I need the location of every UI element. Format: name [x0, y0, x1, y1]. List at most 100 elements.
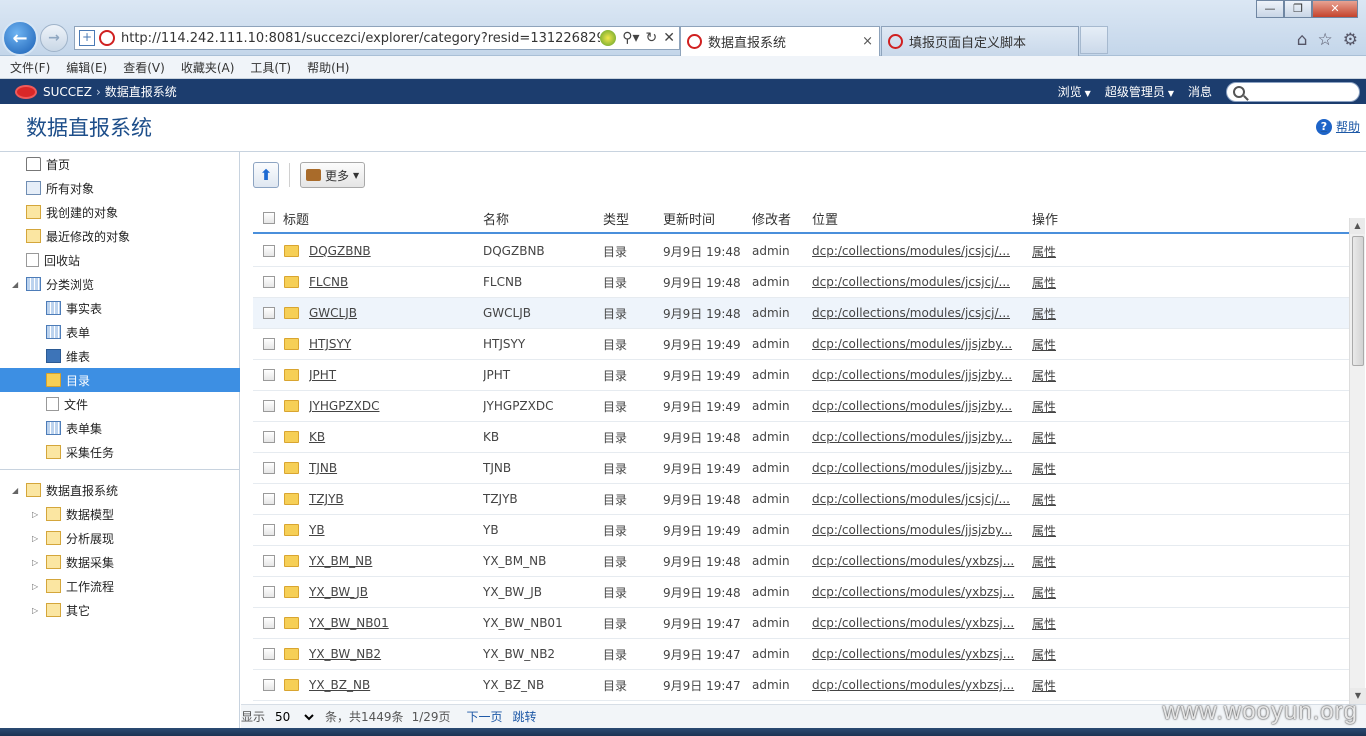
- row-title-link[interactable]: TZJYB: [309, 492, 479, 506]
- table-row[interactable]: TJNB TJNB 目录 9月9日 19:49 admin dcp:/collection…: [253, 453, 1349, 484]
- sidebar-item-file[interactable]: 文件: [0, 392, 240, 416]
- row-title-link[interactable]: FLCNB: [309, 275, 479, 289]
- tree-collapsed-icon[interactable]: ▷: [32, 510, 38, 519]
- row-location-link[interactable]: dcp:/collections/modules/jjsjzby...: [812, 368, 1022, 382]
- search-dropdown-icon[interactable]: ⚲▾: [622, 30, 639, 46]
- row-checkbox[interactable]: [263, 245, 275, 257]
- close-window-button[interactable]: ✕: [1312, 0, 1358, 18]
- table-row[interactable]: FLCNB FLCNB 目录 9月9日 19:48 admin dcp:/collecti…: [253, 267, 1349, 298]
- row-properties-link[interactable]: 属性: [1032, 274, 1092, 291]
- sidebar-item-home[interactable]: 首页: [0, 152, 240, 176]
- nav-admin[interactable]: 超级管理员 ▼: [1105, 83, 1174, 100]
- menu-tools[interactable]: 工具(T): [250, 59, 291, 76]
- sidebar-item-task[interactable]: 采集任务: [0, 440, 240, 464]
- vertical-scrollbar[interactable]: ▲ ▼: [1349, 218, 1366, 704]
- menu-view[interactable]: 查看(V): [123, 59, 165, 76]
- row-checkbox[interactable]: [263, 400, 275, 412]
- row-properties-link[interactable]: 属性: [1032, 305, 1092, 322]
- sidebar-item-recycle[interactable]: 回收站: [0, 248, 240, 272]
- row-checkbox[interactable]: [263, 462, 275, 474]
- tree-collapsed-icon[interactable]: ▷: [32, 534, 38, 543]
- sidebar-item-collect[interactable]: ▷ 数据采集: [0, 550, 240, 574]
- sidebar-item-form[interactable]: 表单: [0, 320, 240, 344]
- row-properties-link[interactable]: 属性: [1032, 243, 1092, 260]
- sidebar-item-category[interactable]: ◢ 分类浏览: [0, 272, 240, 296]
- sidebar-item-analysis[interactable]: ▷ 分析展现: [0, 526, 240, 550]
- row-title-link[interactable]: YB: [309, 523, 479, 537]
- row-title-link[interactable]: YX_BW_NB01: [309, 616, 479, 630]
- row-properties-link[interactable]: 属性: [1032, 336, 1092, 353]
- row-checkbox[interactable]: [263, 648, 275, 660]
- row-location-link[interactable]: dcp:/collections/modules/yxbzsj...: [812, 678, 1022, 692]
- row-location-link[interactable]: dcp:/collections/modules/jjsjzby...: [812, 337, 1022, 351]
- page-size-select[interactable]: 50: [271, 707, 318, 726]
- compat-view-icon[interactable]: +: [79, 30, 95, 46]
- row-checkbox[interactable]: [263, 617, 275, 629]
- row-checkbox[interactable]: [263, 307, 275, 319]
- refresh-icon[interactable]: ↻: [646, 30, 658, 46]
- brand-name[interactable]: SUCCEZ: [43, 85, 92, 99]
- tab-active[interactable]: 数据直报系统 ×: [680, 26, 880, 56]
- table-row[interactable]: YX_BW_JB YX_BW_JB 目录 9月9日 19:48 admin dcp:/co…: [253, 577, 1349, 608]
- tab-close-icon[interactable]: ×: [862, 34, 873, 49]
- row-title-link[interactable]: TJNB: [309, 461, 479, 475]
- next-page-link[interactable]: 下一页: [467, 708, 503, 725]
- header-name[interactable]: 名称: [483, 209, 601, 228]
- forward-button[interactable]: →: [40, 24, 68, 52]
- sidebar-item-model[interactable]: ▷ 数据模型: [0, 502, 240, 526]
- new-tab-button[interactable]: [1080, 26, 1108, 54]
- app-search[interactable]: [1226, 81, 1360, 102]
- search-input[interactable]: [1251, 85, 1351, 98]
- table-row[interactable]: YX_BZ_NB YX_BZ_NB 目录 9月9日 19:47 admin dcp:/co…: [253, 670, 1349, 701]
- row-title-link[interactable]: HTJSYY: [309, 337, 479, 351]
- favorites-star-icon[interactable]: ☆: [1318, 30, 1333, 50]
- row-title-link[interactable]: YX_BW_JB: [309, 585, 479, 599]
- tree-collapsed-icon[interactable]: ▷: [32, 582, 38, 591]
- minimize-button[interactable]: —: [1256, 0, 1284, 18]
- restore-button[interactable]: ❐: [1284, 0, 1312, 18]
- row-properties-link[interactable]: 属性: [1032, 429, 1092, 446]
- url-text[interactable]: http://114.242.111.10:8081/succezci/expl…: [119, 31, 600, 46]
- gear-icon[interactable]: ⚙: [1343, 30, 1358, 50]
- sidebar-item-fact-table[interactable]: 事实表: [0, 296, 240, 320]
- tree-collapsed-icon[interactable]: ▷: [32, 558, 38, 567]
- sidebar-item-project[interactable]: ◢ 数据直报系统: [0, 478, 240, 502]
- row-location-link[interactable]: dcp:/collections/modules/yxbzsj...: [812, 585, 1022, 599]
- row-title-link[interactable]: YX_BW_NB2: [309, 647, 479, 661]
- table-row[interactable]: HTJSYY HTJSYY 目录 9月9日 19:49 admin dcp:/collec…: [253, 329, 1349, 360]
- select-all-checkbox[interactable]: [263, 212, 275, 224]
- row-title-link[interactable]: YX_BZ_NB: [309, 678, 479, 692]
- row-location-link[interactable]: dcp:/collections/modules/jcsjcj/...: [812, 275, 1022, 289]
- row-properties-link[interactable]: 属性: [1032, 646, 1092, 663]
- row-title-link[interactable]: DQGZBNB: [309, 244, 479, 258]
- tree-expanded-icon[interactable]: ◢: [12, 486, 18, 495]
- row-properties-link[interactable]: 属性: [1032, 677, 1092, 694]
- sidebar-item-recent[interactable]: 最近修改的对象: [0, 224, 240, 248]
- help-link[interactable]: ? 帮助: [1315, 118, 1360, 135]
- row-checkbox[interactable]: [263, 276, 275, 288]
- row-properties-link[interactable]: 属性: [1032, 584, 1092, 601]
- scroll-thumb[interactable]: [1352, 236, 1364, 366]
- tree-expanded-icon[interactable]: ◢: [12, 280, 18, 289]
- compat-star-icon[interactable]: [600, 30, 617, 46]
- row-checkbox[interactable]: [263, 679, 275, 691]
- row-location-link[interactable]: dcp:/collections/modules/yxbzsj...: [812, 647, 1022, 661]
- row-title-link[interactable]: JYHGPZXDC: [309, 399, 479, 413]
- sidebar-item-my-objects[interactable]: 我创建的对象: [0, 200, 240, 224]
- row-properties-link[interactable]: 属性: [1032, 367, 1092, 384]
- table-row[interactable]: JPHT JPHT 目录 9月9日 19:49 admin dcp:/collection…: [253, 360, 1349, 391]
- row-properties-link[interactable]: 属性: [1032, 522, 1092, 539]
- row-location-link[interactable]: dcp:/collections/modules/jcsjcj/...: [812, 244, 1022, 258]
- row-title-link[interactable]: KB: [309, 430, 479, 444]
- row-location-link[interactable]: dcp:/collections/modules/yxbzsj...: [812, 616, 1022, 630]
- row-checkbox[interactable]: [263, 369, 275, 381]
- menu-file[interactable]: 文件(F): [10, 59, 50, 76]
- row-checkbox[interactable]: [263, 555, 275, 567]
- table-row[interactable]: YB YB 目录 9月9日 19:49 admin dcp:/collections/mo…: [253, 515, 1349, 546]
- table-row[interactable]: YX_BW_NB01 YX_BW_NB01 目录 9月9日 19:47 admin dcp…: [253, 608, 1349, 639]
- row-location-link[interactable]: dcp:/collections/modules/jjsjzby...: [812, 430, 1022, 444]
- row-properties-link[interactable]: 属性: [1032, 460, 1092, 477]
- row-properties-link[interactable]: 属性: [1032, 491, 1092, 508]
- sidebar-item-workflow[interactable]: ▷ 工作流程: [0, 574, 240, 598]
- table-row[interactable]: GWCLJB GWCLJB 目录 9月9日 19:48 admin dcp:/collec…: [253, 298, 1349, 329]
